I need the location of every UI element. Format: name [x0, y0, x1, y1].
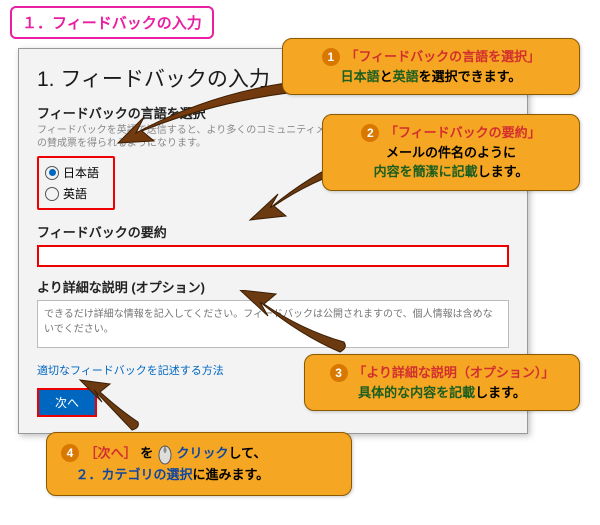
detail-input[interactable] [37, 300, 509, 348]
callout-text: ２．カテゴリの選択 [75, 467, 192, 482]
callout-text: クリック [177, 445, 229, 460]
callout-text: します。 [478, 164, 529, 179]
callout-text: に進みます。 [192, 467, 269, 482]
language-radio-group: 日本語 英語 [37, 156, 115, 210]
radio-japanese[interactable]: 日本語 [45, 162, 107, 183]
callout-number: 3 [330, 364, 348, 382]
summary-input[interactable] [37, 245, 509, 267]
callout-text: ［次へ］ [85, 445, 137, 460]
callout-text: を [140, 445, 153, 460]
callout-text: 英語 [393, 69, 419, 84]
mouse-icon [157, 443, 173, 465]
radio-dot-icon [45, 187, 59, 201]
callout-text: 具体的な内容を記載 [358, 385, 475, 400]
tutorial-title-box: １．フィードバックの入力 [10, 6, 214, 39]
callout-4: 4 ［次へ］ を クリックして、 ２．カテゴリの選択に進みます。 [46, 432, 352, 496]
callout-text: 「フィードバックの言語を選択」 [345, 49, 540, 64]
radio-english-label: 英語 [63, 185, 87, 202]
callout-text: と [380, 69, 393, 84]
callout-text: を選択できます。 [419, 69, 522, 84]
radio-japanese-label: 日本語 [63, 164, 99, 181]
callout-number: 1 [322, 48, 340, 66]
callout-number: 4 [61, 444, 79, 462]
tutorial-title: １．フィードバックの入力 [22, 15, 202, 32]
callout-text: します。 [475, 385, 526, 400]
callout-text: 日本語 [341, 69, 380, 84]
radio-dot-icon [45, 166, 59, 180]
next-button[interactable]: 次へ [39, 390, 95, 415]
summary-label: フィードバックの要約 [37, 222, 509, 241]
callout-number: 2 [361, 124, 379, 142]
callout-text: 「より詳細な説明（オプション）」 [353, 365, 554, 380]
callout-text: 「フィードバックの要約」 [385, 125, 541, 140]
callout-1: 1 「フィードバックの言語を選択」 日本語と英語を選択できます。 [282, 38, 580, 95]
detail-label: より詳細な説明 (オプション) [37, 277, 509, 296]
next-button-highlight: 次へ [37, 388, 97, 417]
callout-text: メールの件名のように [386, 145, 516, 160]
callout-text: 内容を簡潔に記載 [374, 164, 478, 179]
radio-english[interactable]: 英語 [45, 183, 107, 204]
callout-2: 2 「フィードバックの要約」 メールの件名のように 内容を簡潔に記載します。 [322, 114, 580, 191]
help-link[interactable]: 適切なフィードバックを記述する方法 [37, 362, 224, 378]
callout-text: して、 [229, 445, 267, 460]
callout-3: 3 「より詳細な説明（オプション）」 具体的な内容を記載します。 [304, 354, 580, 411]
